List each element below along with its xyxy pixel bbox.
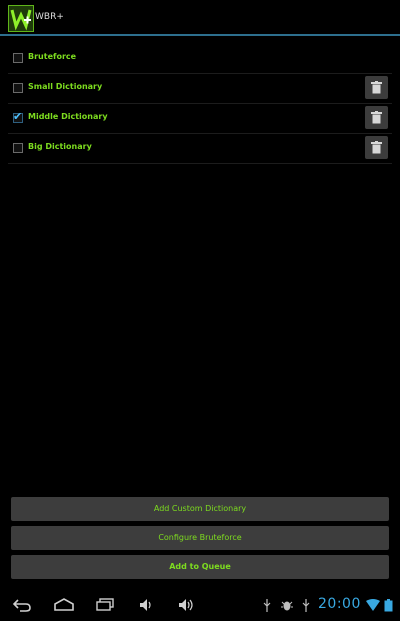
battery-icon — [384, 599, 393, 612]
delete-small-dictionary-button[interactable] — [365, 76, 388, 99]
checkmark-icon: ✔ — [13, 110, 23, 123]
option-label: Small Dictionary — [28, 82, 103, 91]
delete-middle-dictionary-button[interactable] — [365, 106, 388, 129]
add-custom-dictionary-button[interactable]: Add Custom Dictionary — [11, 497, 389, 521]
add-to-queue-button[interactable]: Add to Queue — [11, 555, 389, 579]
dictionary-list: Bruteforce Small Dictionary ✔ Middle Dic… — [8, 44, 392, 164]
app-logo-icon — [8, 5, 34, 32]
app-bar: WBR+ — [0, 0, 400, 36]
volume-down-icon[interactable] — [139, 598, 155, 612]
debug-icon — [281, 601, 293, 611]
option-row-bruteforce[interactable]: Bruteforce — [8, 44, 392, 74]
back-icon[interactable] — [12, 598, 32, 612]
trash-icon — [371, 111, 382, 124]
app-title: WBR+ — [35, 12, 64, 22]
option-row-middle-dictionary[interactable]: ✔ Middle Dictionary — [8, 104, 392, 134]
system-bar: 20:00 — [0, 590, 400, 621]
big-dictionary-checkbox[interactable] — [13, 143, 23, 153]
trash-icon — [371, 81, 382, 94]
option-label: Bruteforce — [28, 52, 77, 61]
volume-up-icon[interactable] — [178, 598, 196, 612]
middle-dictionary-checkbox[interactable]: ✔ — [13, 110, 23, 123]
option-label: Middle Dictionary — [28, 112, 108, 121]
option-row-small-dictionary[interactable]: Small Dictionary — [8, 74, 392, 104]
home-icon[interactable] — [53, 598, 75, 612]
clock: 20:00 — [318, 596, 361, 612]
configure-bruteforce-button[interactable]: Configure Bruteforce — [11, 526, 389, 550]
trash-icon — [371, 141, 382, 154]
delete-big-dictionary-button[interactable] — [365, 136, 388, 159]
option-row-big-dictionary[interactable]: Big Dictionary — [8, 134, 392, 164]
option-label: Big Dictionary — [28, 142, 92, 151]
bruteforce-checkbox[interactable] — [13, 53, 23, 63]
small-dictionary-checkbox[interactable] — [13, 83, 23, 93]
wifi-icon — [366, 599, 380, 611]
usb-icon — [302, 599, 310, 612]
usb-icon — [263, 599, 271, 612]
recent-apps-icon[interactable] — [95, 598, 115, 612]
